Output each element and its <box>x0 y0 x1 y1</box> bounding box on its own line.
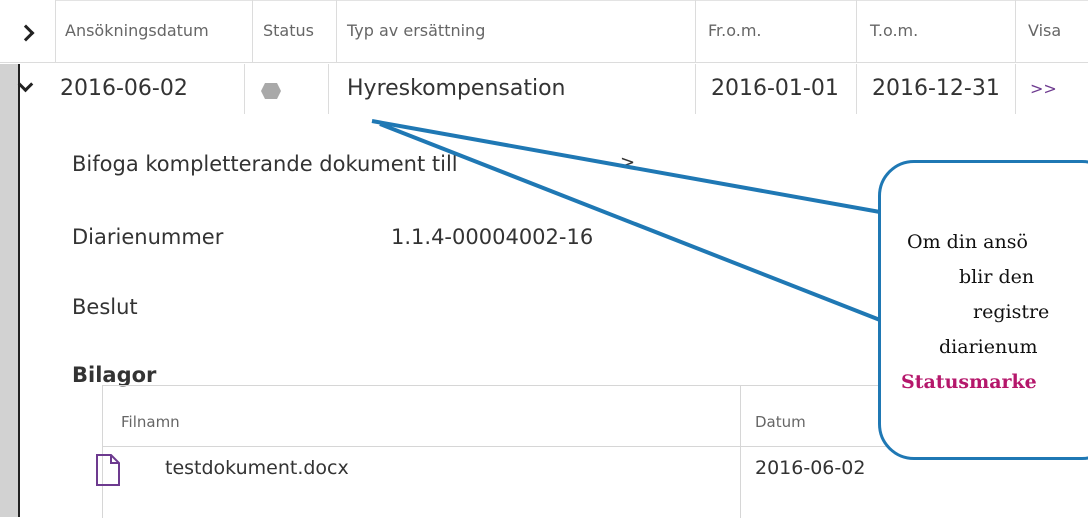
callout-pointer-line-upper <box>371 119 881 214</box>
callout-pointer-line-lower <box>379 122 881 322</box>
callout-pointer <box>371 119 881 322</box>
